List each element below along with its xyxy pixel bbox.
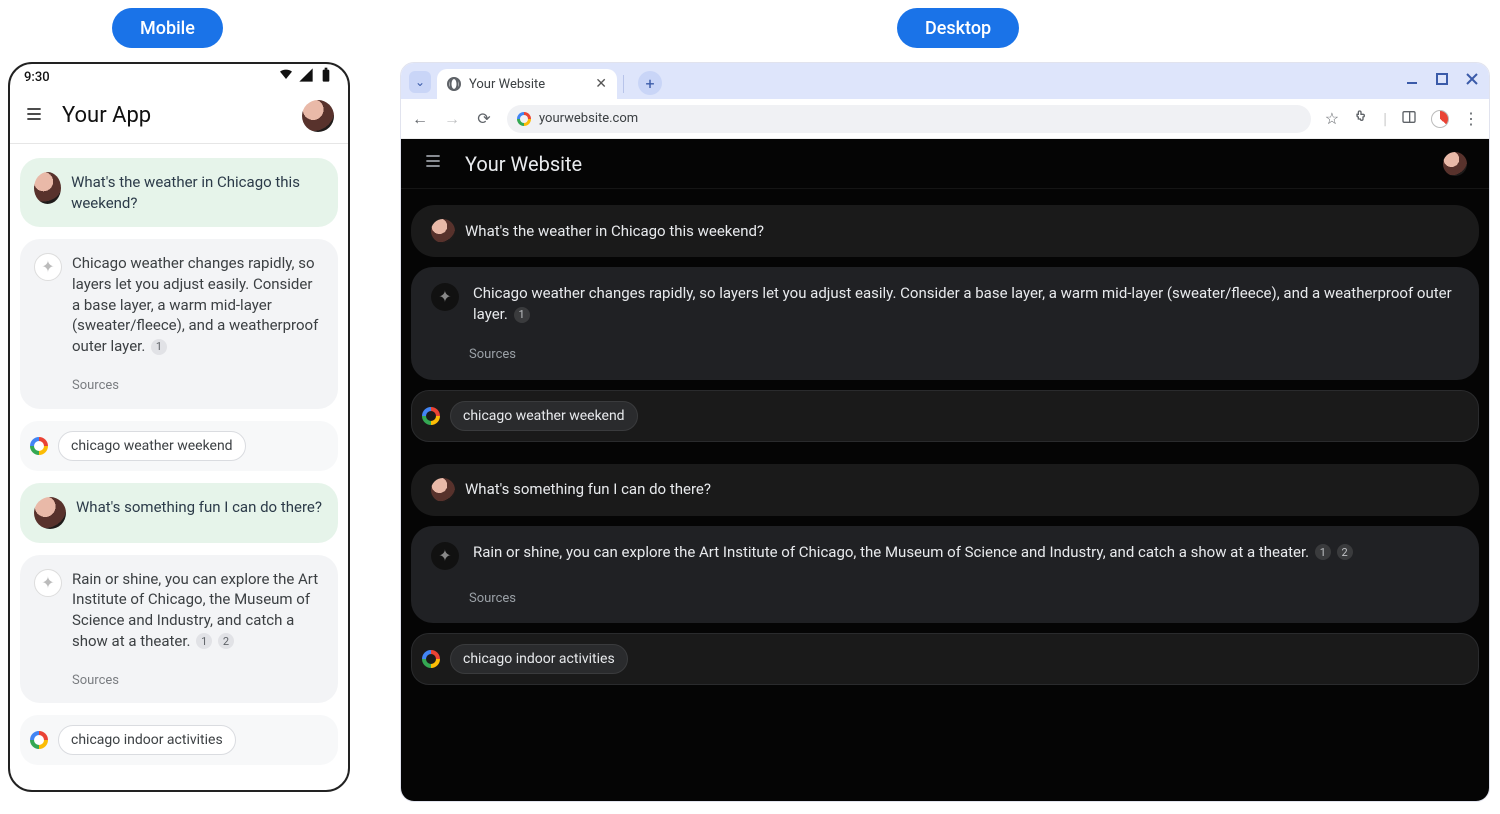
site-header: Your Website [401, 139, 1489, 189]
user-message: What's something fun I can do there? [20, 483, 338, 543]
url-text: yourwebsite.com [539, 111, 638, 126]
google-logo-icon [422, 650, 440, 668]
new-tab-button[interactable]: + [638, 71, 662, 95]
divider [623, 75, 624, 93]
reload-icon[interactable]: ⟳ [475, 109, 493, 128]
user-avatar[interactable] [1443, 152, 1467, 176]
message-text: Rain or shine, you can explore the Art I… [72, 569, 324, 652]
tabs-menu-button[interactable]: ⌄ [409, 71, 431, 93]
search-query-chip[interactable]: chicago indoor activities [58, 725, 236, 755]
sidebar-icon[interactable] [1401, 109, 1417, 129]
sparkle-icon: ✦ [34, 253, 62, 281]
user-avatar [34, 497, 66, 529]
sources-label[interactable]: Sources [431, 590, 1459, 608]
wifi-icon [278, 67, 294, 87]
google-logo-icon [422, 407, 440, 425]
mobile-app-header: Your App [10, 88, 348, 144]
sources-label[interactable]: Sources [34, 672, 324, 690]
google-logo-icon [517, 112, 531, 126]
message-text: What's the weather in Chicago this weeke… [465, 221, 764, 242]
mobile-chat-body: What's the weather in Chicago this weeke… [10, 144, 348, 779]
citation-chip[interactable]: 1 [1315, 544, 1331, 560]
bookmark-star-icon[interactable]: ☆ [1325, 109, 1339, 128]
cellular-icon [298, 67, 314, 87]
citation-chip[interactable]: 1 [514, 307, 530, 323]
sparkle-icon: ✦ [34, 569, 62, 597]
google-logo-icon [30, 731, 48, 749]
citation-chip[interactable]: 1 [196, 633, 212, 649]
search-query-chip[interactable]: chicago weather weekend [450, 401, 638, 431]
profile-avatar-icon[interactable] [1431, 110, 1449, 128]
sparkle-icon: ✦ [431, 283, 459, 311]
user-avatar[interactable] [302, 100, 334, 132]
search-suggestion-row: chicago indoor activities [20, 715, 338, 765]
message-text: Rain or shine, you can explore the Art I… [473, 542, 1459, 563]
google-logo-icon [30, 437, 48, 455]
message-text: What's something fun I can do there? [76, 497, 322, 518]
search-suggestion-row: chicago weather weekend [411, 390, 1479, 442]
hamburger-icon[interactable] [24, 104, 44, 128]
website-viewport: Your Website What's the weather in Chica… [401, 139, 1489, 801]
message-text: Chicago weather changes rapidly, so laye… [72, 253, 324, 356]
ai-message: ✦ Rain or shine, you can explore the Art… [411, 526, 1479, 624]
user-message: What's the weather in Chicago this weeke… [411, 205, 1479, 257]
mobile-app-title: Your App [62, 103, 284, 128]
sources-label[interactable]: Sources [431, 346, 1459, 364]
ai-message: ✦ Chicago weather changes rapidly, so la… [411, 267, 1479, 380]
search-suggestion-row: chicago indoor activities [411, 633, 1479, 685]
site-title: Your Website [465, 152, 1421, 176]
maximize-icon[interactable] [1435, 71, 1449, 90]
extensions-icon[interactable] [1353, 109, 1369, 129]
message-text: Chicago weather changes rapidly, so laye… [473, 283, 1459, 326]
desktop-chat-body: What's the weather in Chicago this weeke… [401, 189, 1489, 701]
hamburger-icon[interactable] [423, 151, 443, 176]
globe-icon [447, 77, 461, 91]
close-tab-icon[interactable]: ✕ [595, 76, 607, 92]
status-time: 9:30 [24, 70, 50, 85]
browser-toolbar: ← → ⟳ yourwebsite.com ☆ | ⋮ [401, 99, 1489, 139]
close-window-icon[interactable] [1465, 71, 1479, 90]
browser-tabstrip: ⌄ Your Website ✕ + [401, 63, 1489, 99]
user-message: What's something fun I can do there? [411, 464, 1479, 516]
label-mobile: Mobile [112, 8, 223, 48]
citation-chip[interactable]: 1 [151, 339, 167, 355]
sparkle-icon: ✦ [431, 542, 459, 570]
mobile-status-bar: 9:30 [10, 64, 348, 88]
user-message: What's the weather in Chicago this weeke… [20, 158, 338, 227]
browser-window: ⌄ Your Website ✕ + ← → ⟳ yourwebsite.com [400, 62, 1490, 802]
ai-message: ✦ Chicago weather changes rapidly, so la… [20, 239, 338, 408]
user-avatar [431, 219, 455, 243]
mobile-device-frame: 9:30 Your App What's the weather in Chic… [8, 62, 350, 792]
label-desktop: Desktop [897, 8, 1019, 48]
search-query-chip[interactable]: chicago weather weekend [58, 431, 246, 461]
ai-message: ✦ Rain or shine, you can explore the Art… [20, 555, 338, 704]
citation-chip[interactable]: 2 [1337, 544, 1353, 560]
forward-icon[interactable]: → [443, 109, 461, 129]
citation-chip[interactable]: 2 [218, 633, 234, 649]
user-avatar [431, 478, 455, 502]
tab-title: Your Website [469, 77, 545, 92]
battery-icon [318, 67, 334, 87]
address-bar[interactable]: yourwebsite.com [507, 105, 1311, 133]
kebab-menu-icon[interactable]: ⋮ [1463, 109, 1479, 128]
search-query-chip[interactable]: chicago indoor activities [450, 644, 628, 674]
user-avatar [34, 172, 61, 204]
browser-tab[interactable]: Your Website ✕ [437, 69, 617, 99]
search-suggestion-row: chicago weather weekend [20, 421, 338, 471]
message-text: What's something fun I can do there? [465, 479, 711, 500]
message-text: What's the weather in Chicago this weeke… [71, 172, 324, 213]
back-icon[interactable]: ← [411, 109, 429, 129]
minimize-icon[interactable] [1405, 71, 1419, 90]
sources-label[interactable]: Sources [34, 377, 324, 395]
